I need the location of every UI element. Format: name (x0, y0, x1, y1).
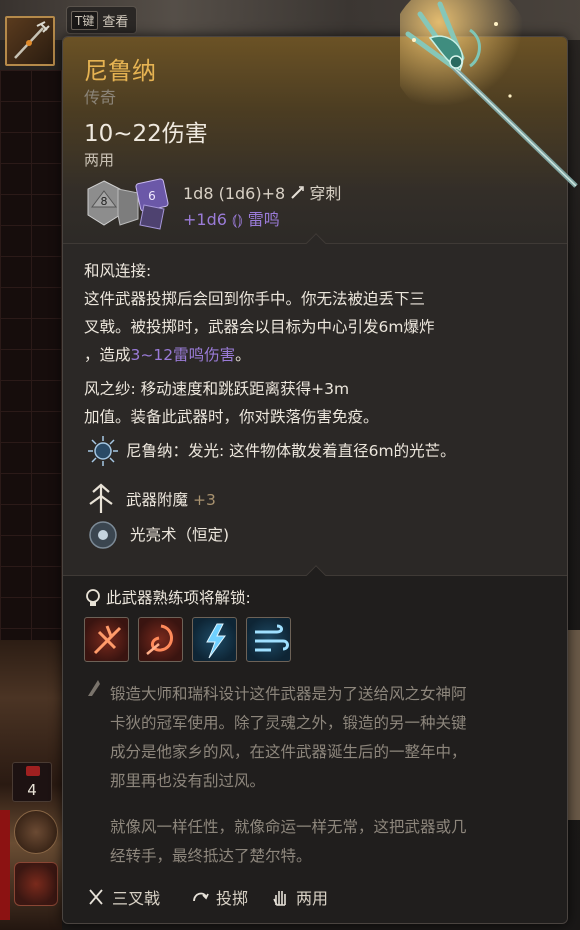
lore-line: 就像风一样任性，就像命运一样无常，这把武器或几 (110, 818, 467, 836)
versatile-label: 两用 (296, 889, 329, 908)
lightning-skill-icon[interactable] (192, 617, 237, 662)
versatile-tag: 两用 (270, 884, 328, 910)
lore-line: 卡狄的冠军使用。除了灵魂之外，锻造的另一种关键 (110, 714, 467, 732)
dice-primary: 1d8 (1d6)+8 (183, 184, 286, 203)
equipped-weapon-slot[interactable] (5, 16, 55, 66)
glow-sun-icon (88, 436, 118, 466)
bonus-damage-type: 雷鸣 (247, 210, 280, 229)
examine-key-hint[interactable]: T键 查看 (66, 6, 138, 34)
open-hand-icon (273, 891, 286, 906)
lore-line: 经转手，最终抵达了楚尔特。 (110, 847, 312, 865)
proficiency-title: 此武器熟练项将解锁: (106, 589, 251, 607)
hotbar-red-strip (0, 810, 10, 920)
light-spell-icon (89, 521, 117, 549)
hotbar-stack-slot[interactable]: 4 (12, 762, 52, 802)
ability-text-line: 这件武器投掷后会回到你手中。你无法被迫丢下三 (84, 290, 426, 308)
ability-text-fragment: 。 (235, 346, 251, 364)
crossed-weapons-icon (89, 889, 103, 905)
item-rarity: 传奇 (84, 88, 117, 107)
stack-count: 4 (27, 781, 37, 799)
weapon-type-label: 三叉戟 (112, 889, 161, 908)
dice-primary-line: 1d8 (1d6)+8 穿刺 (183, 180, 341, 204)
d6-face: 6 (148, 189, 156, 203)
item-damage: 10~22伤害 (84, 121, 208, 147)
damage-dice-icon: 8 6 (87, 178, 169, 230)
item-handedness: 两用 (84, 151, 115, 169)
ability-title: 和风连接: (84, 262, 152, 280)
throw-tag: 投掷 (190, 884, 248, 910)
wind-skill-icon[interactable] (246, 617, 291, 662)
dice-bonus-line: +1d6 ⦅⦆ 雷鸣 (183, 206, 280, 230)
inventory-grid[interactable] (0, 70, 62, 640)
passive-ability-slot[interactable] (14, 810, 58, 854)
stack-marker (26, 766, 40, 776)
trident-icon (14, 21, 50, 59)
light-spell-label[interactable]: 光亮术（恒定) (130, 521, 570, 549)
piercing-icon (291, 186, 305, 199)
glow-property-text: 尼鲁纳：发光: 这件物体散发着直径6m的光芒。 (126, 442, 456, 460)
throw-arrow-icon (193, 892, 209, 902)
enchant-line: 武器附魔 +3 (126, 486, 566, 514)
lightbulb-icon (86, 589, 100, 606)
ability-text-line: 风之纱: 移动速度和跳跃距离获得+3m (84, 380, 350, 398)
lore-line: 成分是他家乡的风，在这件武器诞生后的一整年中， (110, 743, 467, 761)
action-ability-slot[interactable] (14, 862, 58, 906)
enchant-value: +3 (192, 491, 216, 509)
lore-line: 锻造大师和瑞科设计这件武器是为了送给风之女神阿 (110, 685, 467, 703)
ability-text-line: 叉戟。被投掷时，武器会以目标为中心引发6m爆炸 (84, 318, 435, 336)
weapon-enchant-icon (89, 483, 113, 513)
item-name: 尼鲁纳 (84, 57, 156, 85)
slash-skill-icon[interactable] (84, 617, 129, 662)
ability-text-line: 加值。装备此武器时，你对跌落伤害免疫。 (84, 408, 379, 426)
proficiency-skills (84, 617, 291, 662)
examine-key: T键 (71, 10, 99, 30)
dice-bonus: +1d6 (183, 210, 227, 229)
damage-type: 穿刺 (309, 184, 342, 203)
scene-right-edge (566, 630, 580, 820)
d8-face: 8 (101, 195, 108, 208)
examine-label: 查看 (102, 14, 129, 30)
lore-quill-icon (88, 680, 100, 696)
ability-text-line: ，造成3~12雷鸣伤害。 (84, 341, 524, 369)
ability-text-fragment: ，造成 (84, 346, 131, 364)
throw-label: 投掷 (216, 889, 249, 908)
trident-artwork-icon (400, 0, 578, 188)
whirl-skill-icon[interactable] (138, 617, 183, 662)
thunder-icon: ⦅⦆ (232, 210, 243, 229)
thunder-damage-text: 3~12雷鸣伤害 (130, 346, 236, 364)
lore-line: 那里再也没有刮过风。 (110, 772, 266, 790)
weapon-type-tag: 三叉戟 (86, 884, 160, 910)
enchant-label: 武器附魔 (126, 491, 189, 509)
